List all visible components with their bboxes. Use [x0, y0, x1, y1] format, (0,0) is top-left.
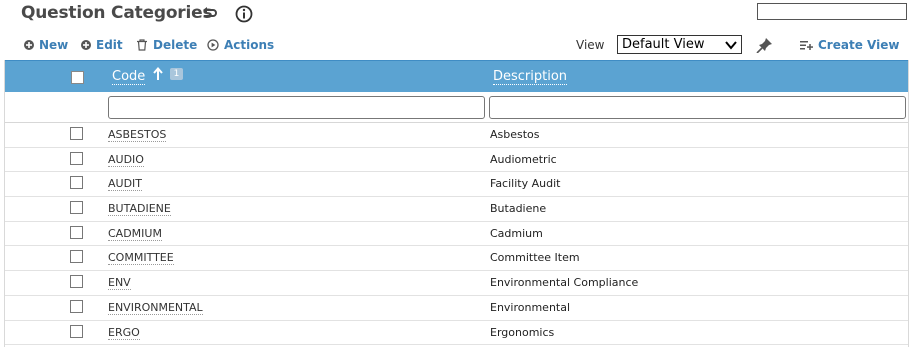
plus-circle-icon	[24, 40, 34, 50]
actions-button[interactable]: Actions	[207, 37, 274, 53]
column-header-description[interactable]: Description	[493, 69, 568, 85]
row-checkbox[interactable]	[70, 324, 83, 338]
row-code-link[interactable]: COMMITTEE	[108, 251, 174, 266]
row-checkbox[interactable]	[70, 151, 83, 165]
data-grid: Code 1 Description ASBESTOS Asbestos AUDIO…	[4, 60, 909, 347]
table-row[interactable]: ASBESTOS Asbestos	[5, 123, 908, 148]
row-checkbox[interactable]	[70, 275, 83, 289]
grid-header: Code 1 Description	[5, 60, 908, 92]
row-description: Audiometric	[490, 152, 557, 166]
play-circle-icon	[207, 39, 219, 51]
row-description: Committee Item	[490, 251, 580, 265]
table-row[interactable]: COMMITTEE Committee Item	[5, 246, 908, 272]
table-row[interactable]: ERGO Ergonomics	[5, 321, 908, 346]
row-code-link[interactable]: AUDIT	[108, 177, 143, 192]
trash-icon	[137, 39, 147, 51]
row-description: Cadmium	[490, 226, 543, 240]
row-checkbox[interactable]	[70, 225, 83, 239]
chevron-down-icon	[725, 41, 737, 50]
actions-label: Actions	[224, 38, 275, 52]
delete-button[interactable]: Delete	[136, 37, 197, 53]
edit-label: Edit	[96, 38, 123, 52]
add-view-icon	[800, 40, 813, 50]
row-description: Butadiene	[490, 202, 547, 216]
plus-circle-icon	[81, 40, 91, 50]
row-description: Environmental Compliance	[490, 276, 639, 290]
row-description: Asbestos	[490, 128, 540, 141]
table-row[interactable]: BUTADIENE Butadiene	[5, 197, 908, 222]
new-button[interactable]: New	[24, 37, 68, 53]
table-row[interactable]: AUDIO Audiometric	[5, 148, 908, 173]
view-select-value: Default View	[622, 37, 705, 52]
edit-button[interactable]: Edit	[81, 37, 123, 53]
table-row[interactable]: ENVIRONMENTAL Environmental	[5, 296, 908, 321]
pin-icon[interactable]	[756, 37, 774, 54]
row-description: Environmental	[490, 300, 571, 314]
select-all-checkbox[interactable]	[71, 71, 84, 84]
description-filter-input[interactable]	[489, 96, 906, 119]
create-view-button[interactable]: Create View	[800, 37, 899, 53]
row-code-link[interactable]: ENV	[108, 276, 131, 291]
table-row[interactable]: ENV Environmental Compliance	[5, 271, 908, 296]
delete-label: Delete	[153, 38, 198, 52]
table-row[interactable]: AUDIT Facility Audit	[5, 172, 908, 198]
row-description: Ergonomics	[490, 325, 555, 339]
row-description: Facility Audit	[490, 177, 561, 191]
row-code-link[interactable]: ERGO	[108, 326, 140, 340]
undo-icon[interactable]	[200, 6, 218, 22]
row-checkbox[interactable]	[70, 299, 83, 313]
row-checkbox[interactable]	[70, 201, 83, 215]
grid-rows: ASBESTOS Asbestos AUDIO Audiometric AUDIT Fac…	[5, 123, 908, 346]
code-filter-input[interactable]	[108, 96, 485, 119]
sort-priority-badge: 1	[170, 68, 183, 80]
filter-row	[5, 92, 908, 123]
row-code-link[interactable]: BUTADIENE	[108, 202, 171, 217]
page-title: Question Categories	[21, 3, 213, 23]
search-input[interactable]	[757, 3, 907, 20]
row-code-link[interactable]: ASBESTOS	[108, 128, 167, 142]
toolbar: New Edit Delete Actions View Default Vie…	[0, 34, 911, 56]
row-checkbox[interactable]	[70, 176, 83, 190]
row-code-link[interactable]: AUDIO	[108, 153, 144, 167]
new-label: New	[39, 38, 69, 52]
row-code-link[interactable]: CADMIUM	[108, 227, 162, 241]
column-header-code[interactable]: Code	[112, 69, 146, 85]
create-view-label: Create View	[818, 38, 900, 52]
view-select[interactable]: Default View	[617, 35, 742, 54]
view-label: View	[576, 38, 605, 52]
table-row[interactable]: CADMIUM Cadmium	[5, 222, 908, 247]
row-checkbox[interactable]	[70, 127, 83, 140]
row-code-link[interactable]: ENVIRONMENTAL	[108, 301, 203, 315]
info-icon[interactable]	[235, 5, 253, 23]
title-bar: Question Categories	[0, 0, 911, 30]
sort-ascending-icon[interactable]	[153, 67, 163, 81]
row-checkbox[interactable]	[70, 250, 83, 264]
